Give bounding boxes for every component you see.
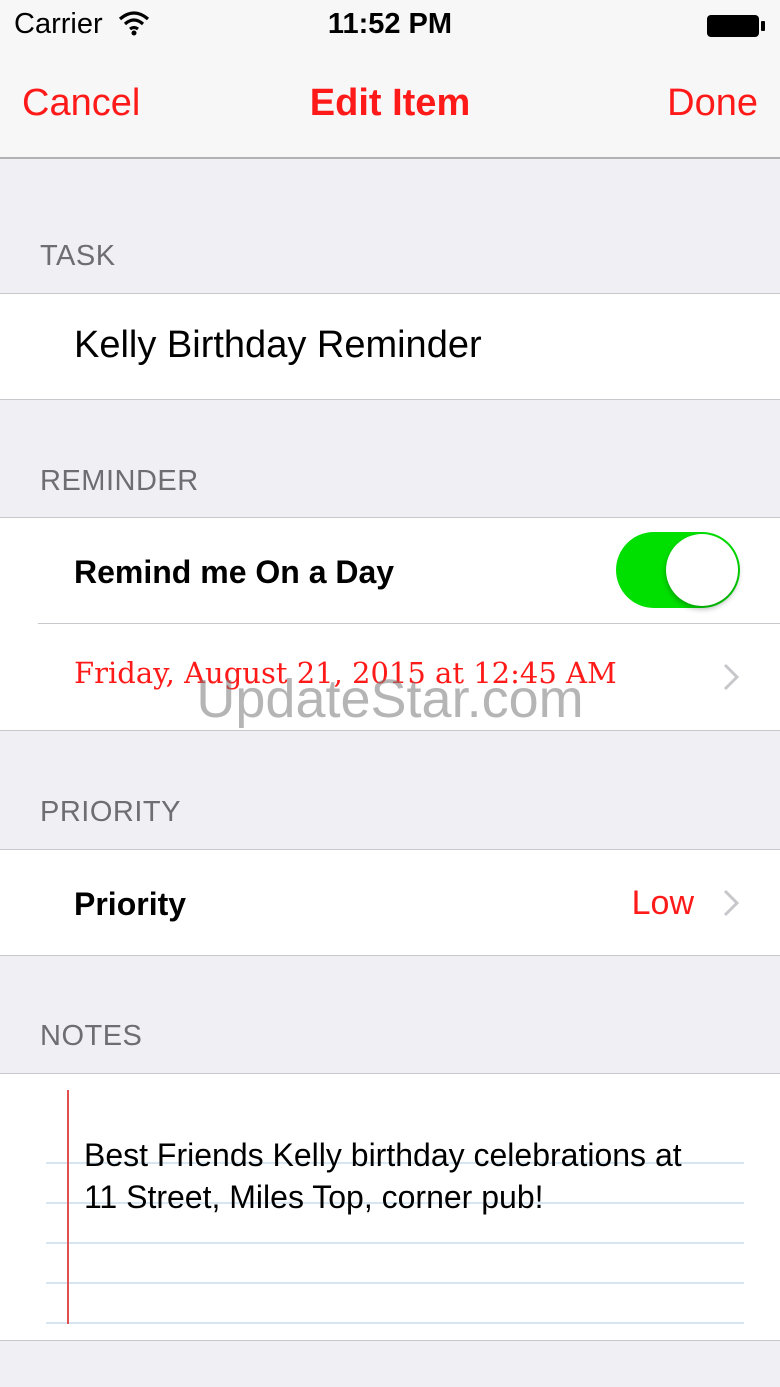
task-cell[interactable]: Kelly Birthday Reminder — [0, 293, 780, 400]
reminder-section-header: REMINDER — [40, 465, 199, 497]
status-bar: Carrier 11:52 PM — [0, 0, 780, 52]
task-section-header: TASK — [40, 240, 116, 272]
priority-section-header: PRIORITY — [40, 796, 181, 828]
notes-text-area[interactable]: Best Friends Kelly birthday celebrations… — [0, 1073, 780, 1341]
notes-line: Best Friends Kelly birthday celebrations… — [84, 1137, 682, 1173]
priority-cell[interactable]: Priority Low — [0, 849, 780, 956]
battery-icon — [707, 15, 765, 37]
remind-me-label: Remind me On a Day — [74, 554, 395, 590]
done-button[interactable]: Done — [667, 82, 758, 125]
ruled-line — [46, 1242, 744, 1244]
chevron-right-icon — [723, 663, 740, 691]
notes-content: Best Friends Kelly birthday celebrations… — [84, 1134, 764, 1218]
notes-section-header: NOTES — [40, 1020, 143, 1052]
priority-value: Low — [631, 884, 694, 922]
reminder-date-row[interactable]: Friday, August 21, 2015 at 12:45 AM — [0, 624, 780, 730]
ruled-line — [46, 1322, 744, 1324]
reminder-group: Remind me On a Day Friday, August 21, 20… — [0, 517, 780, 731]
task-title-field[interactable]: Kelly Birthday Reminder — [74, 324, 482, 367]
page-title: Edit Item — [309, 82, 471, 124]
ruled-line — [46, 1282, 744, 1284]
notes-margin-line — [67, 1090, 69, 1324]
navigation-bar: Cancel Edit Item Done — [0, 52, 780, 159]
priority-label: Priority — [74, 886, 187, 922]
notes-line: 11 Street, Miles Top, corner pub! — [84, 1179, 544, 1215]
toggle-knob — [666, 534, 738, 606]
chevron-right-icon — [723, 889, 740, 917]
clock: 11:52 PM — [327, 8, 453, 40]
remind-toggle[interactable] — [616, 532, 740, 608]
reminder-date-value: Friday, August 21, 2015 at 12:45 AM — [74, 656, 617, 690]
